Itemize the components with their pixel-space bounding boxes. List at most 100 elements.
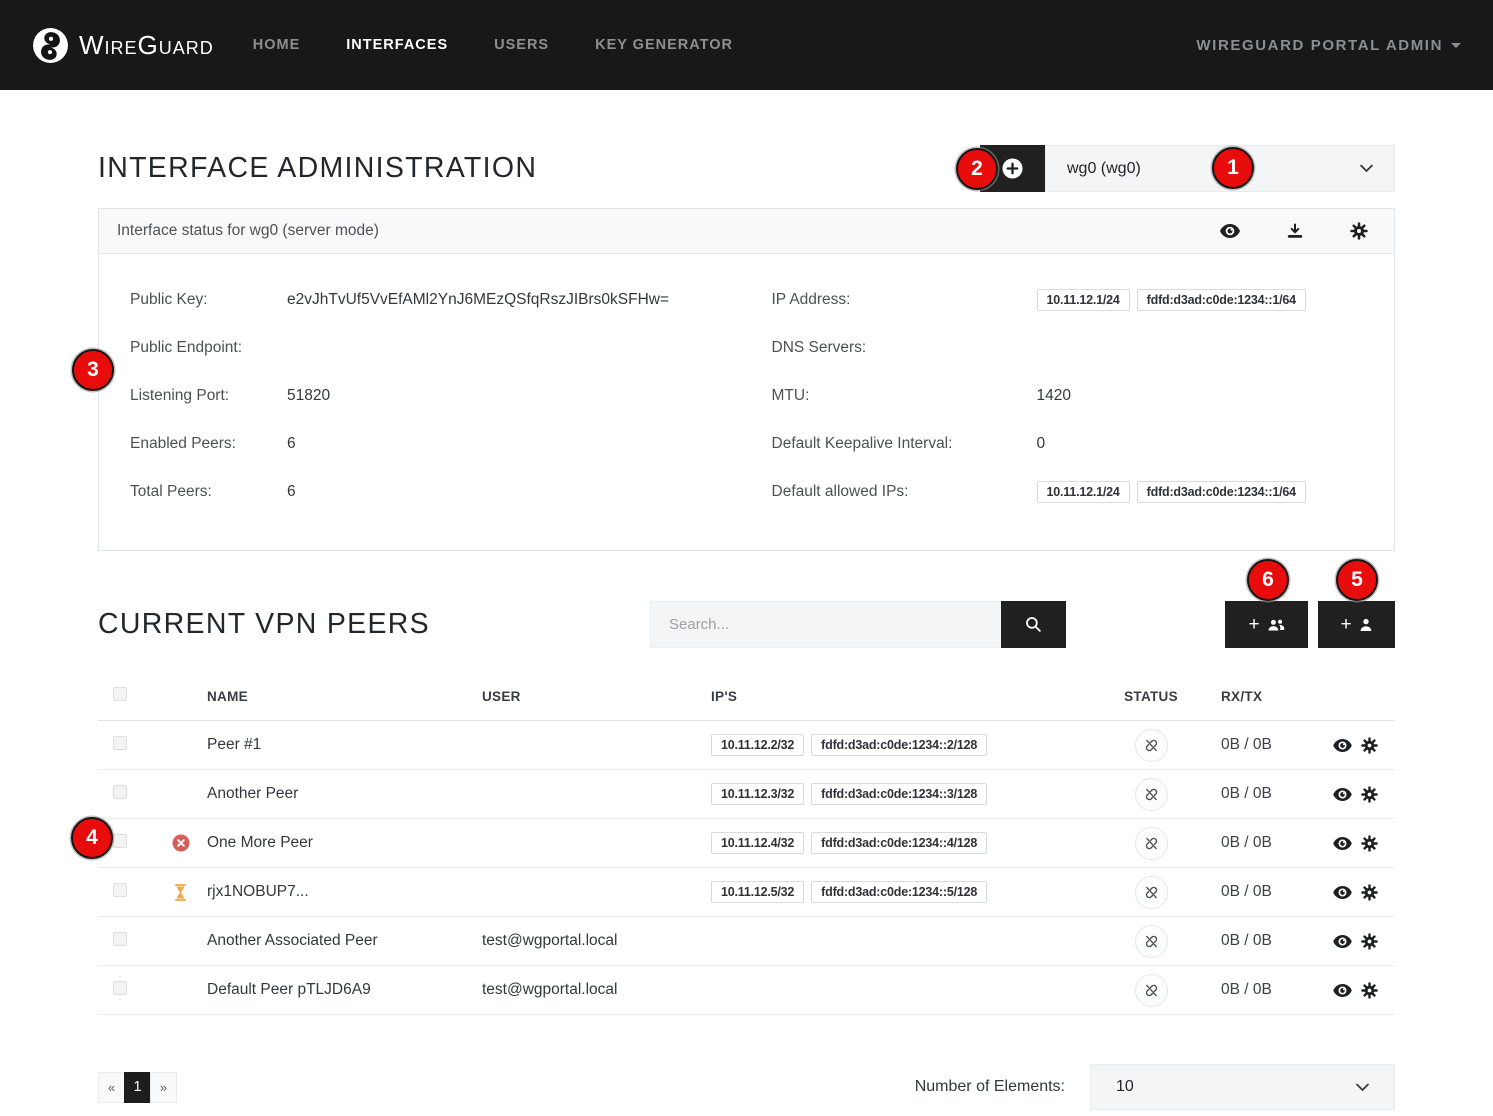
- edit-peer-icon[interactable]: [1361, 933, 1378, 950]
- connection-status-icon: [1135, 974, 1168, 1007]
- table-row: One More Peer 10.11.12.4/32 fdfd:d3ad:c0…: [98, 819, 1395, 868]
- annotation-marker-2: 2: [956, 148, 998, 190]
- search-icon: [1025, 616, 1042, 633]
- annotation-marker-6: 6: [1247, 559, 1289, 601]
- col-header-user: USER: [482, 689, 711, 704]
- field-label: Enabled Peers:: [130, 435, 287, 453]
- peer-ip-badge: 10.11.12.4/32: [711, 832, 804, 854]
- account-menu[interactable]: WIREGUARD PORTAL ADMIN: [1196, 37, 1461, 54]
- row-checkbox[interactable]: [113, 883, 127, 897]
- interface-select-value: wg0 (wg0): [1067, 160, 1141, 178]
- view-peer-icon[interactable]: [1333, 933, 1352, 950]
- ip-badge: fdfd:d3ad:c0de:1234::1/64: [1137, 289, 1306, 311]
- peer-rxtx: 0B / 0B: [1206, 932, 1306, 950]
- peer-name: Peer #1: [207, 736, 482, 754]
- nav-item-key-generator[interactable]: KEY GENERATOR: [572, 0, 756, 90]
- view-peer-icon[interactable]: [1333, 982, 1352, 999]
- edit-interface-icon[interactable]: [1350, 222, 1368, 240]
- download-config-icon[interactable]: [1287, 222, 1303, 240]
- pagination-prev[interactable]: «: [98, 1072, 125, 1103]
- pagination-page-1[interactable]: 1: [124, 1072, 151, 1103]
- ip-badge: fdfd:d3ad:c0de:1234::1/64: [1137, 481, 1306, 503]
- panel-title: Interface status for wg0 (server mode): [117, 222, 379, 240]
- edit-peer-icon[interactable]: [1361, 835, 1378, 852]
- elements-label: Number of Elements:: [915, 1078, 1065, 1096]
- view-peer-icon[interactable]: [1333, 737, 1352, 754]
- peer-rxtx: 0B / 0B: [1206, 834, 1306, 852]
- view-peer-icon[interactable]: [1333, 786, 1352, 803]
- search-input[interactable]: [650, 601, 1001, 648]
- elements-select-value: 10: [1116, 1078, 1134, 1096]
- keepalive-value: 0: [1037, 435, 1046, 453]
- field-label: Listening Port:: [130, 387, 287, 405]
- peer-rxtx: 0B / 0B: [1206, 981, 1306, 999]
- chevron-down-icon: [1356, 1083, 1369, 1092]
- peer-ip-badge: 10.11.12.5/32: [711, 881, 804, 903]
- peer-name: rjx1NOBUP7...: [207, 883, 482, 901]
- users-group-icon: [1267, 618, 1285, 632]
- nav-item-home[interactable]: HOME: [230, 0, 324, 90]
- caret-down-icon: [1451, 43, 1461, 48]
- peer-ip-badge: fdfd:d3ad:c0de:1234::5/128: [811, 881, 987, 903]
- field-label: IP Address:: [772, 291, 1037, 309]
- pagination-next[interactable]: »: [150, 1072, 177, 1103]
- row-checkbox[interactable]: [113, 785, 127, 799]
- table-row: Peer #1 10.11.12.2/32 fdfd:d3ad:c0de:123…: [98, 721, 1395, 770]
- add-peer-button[interactable]: +: [1318, 601, 1395, 648]
- public-key-value: e2vJhTvUf5VvEfAMl2YnJ6MEzQSfqRszJIBrs0kS…: [287, 291, 669, 309]
- ip-badge: 10.11.12.1/24: [1037, 289, 1130, 311]
- search-button[interactable]: [1001, 601, 1066, 648]
- edit-peer-icon[interactable]: [1361, 982, 1378, 999]
- annotation-marker-4: 4: [71, 817, 113, 859]
- table-row: rjx1NOBUP7... 10.11.12.5/32 fdfd:d3ad:c0…: [98, 868, 1395, 917]
- peer-name: Another Peer: [207, 785, 482, 803]
- listening-port-value: 51820: [287, 387, 330, 405]
- add-multiple-peers-button[interactable]: +: [1225, 601, 1308, 648]
- wireguard-logo-icon: [32, 27, 69, 64]
- view-peer-icon[interactable]: [1333, 884, 1352, 901]
- peer-ip-badge: 10.11.12.3/32: [711, 783, 804, 805]
- connection-status-icon: [1135, 729, 1168, 762]
- annotation-marker-1: 1: [1212, 147, 1254, 189]
- edit-peer-icon[interactable]: [1361, 737, 1378, 754]
- user-icon: [1359, 618, 1373, 632]
- field-label: Default allowed IPs:: [772, 483, 1037, 501]
- peer-name: Another Associated Peer: [207, 932, 482, 950]
- connection-status-icon: [1135, 827, 1168, 860]
- chevron-down-icon: [1360, 164, 1373, 173]
- peer-rxtx: 0B / 0B: [1206, 736, 1306, 754]
- table-row: Default Peer pTLJD6A9 test@wgportal.loca…: [98, 966, 1395, 1015]
- view-peer-icon[interactable]: [1333, 835, 1352, 852]
- row-checkbox[interactable]: [113, 834, 127, 848]
- table-row: Another Associated Peer test@wgportal.lo…: [98, 917, 1395, 966]
- peer-expiring-hourglass-icon: [174, 884, 187, 901]
- wireguard-brand[interactable]: WireGuard: [32, 27, 214, 64]
- table-row: Another Peer 10.11.12.3/32 fdfd:d3ad:c0d…: [98, 770, 1395, 819]
- elements-per-page-select[interactable]: 10: [1090, 1064, 1395, 1110]
- peer-rxtx: 0B / 0B: [1206, 785, 1306, 803]
- top-navbar: WireGuard HOME INTERFACES USERS KEY GENE…: [0, 0, 1493, 90]
- row-checkbox[interactable]: [113, 736, 127, 750]
- page-title: INTERFACE ADMINISTRATION: [98, 152, 980, 185]
- edit-peer-icon[interactable]: [1361, 786, 1378, 803]
- view-config-icon[interactable]: [1220, 222, 1240, 240]
- select-all-checkbox[interactable]: [113, 687, 127, 701]
- row-checkbox[interactable]: [113, 932, 127, 946]
- nav-item-interfaces[interactable]: INTERFACES: [323, 0, 471, 90]
- field-label: Default Keepalive Interval:: [772, 435, 1037, 453]
- total-peers-value: 6: [287, 483, 296, 501]
- edit-peer-icon[interactable]: [1361, 884, 1378, 901]
- peer-user: test@wgportal.local: [482, 981, 711, 999]
- peer-user: test@wgportal.local: [482, 932, 711, 950]
- field-label: Public Endpoint:: [130, 339, 287, 357]
- row-checkbox[interactable]: [113, 981, 127, 995]
- peer-ip-badge: fdfd:d3ad:c0de:1234::2/128: [811, 734, 987, 756]
- field-label: Total Peers:: [130, 483, 287, 501]
- field-label: MTU:: [772, 387, 1037, 405]
- nav-item-users[interactable]: USERS: [471, 0, 572, 90]
- enabled-peers-value: 6: [287, 435, 296, 453]
- col-header-status: STATUS: [1096, 689, 1206, 704]
- col-header-name: NAME: [207, 689, 482, 704]
- plus-circle-icon: [1002, 158, 1023, 179]
- peer-ip-badge: fdfd:d3ad:c0de:1234::4/128: [811, 832, 987, 854]
